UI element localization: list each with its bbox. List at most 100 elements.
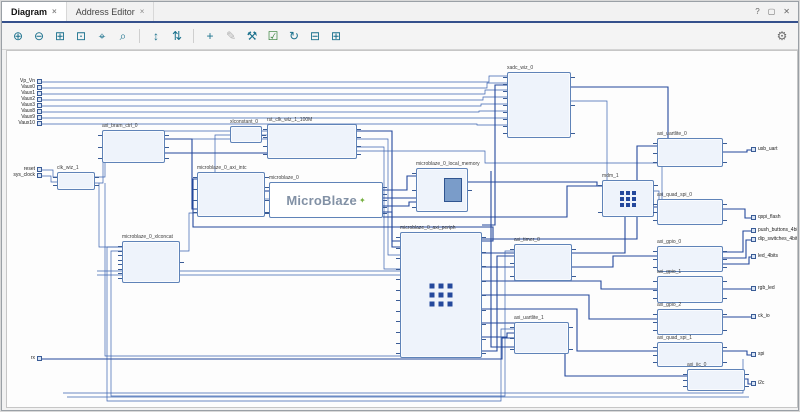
block-body[interactable]: MicroBlaze✦ (269, 182, 383, 218)
block-rst_clk_wiz_1_100M[interactable]: rst_clk_wiz_1_100M (267, 124, 357, 159)
wire[interactable] (468, 182, 602, 186)
wire[interactable] (42, 97, 507, 100)
center-view-icon[interactable]: ⌖ (93, 27, 111, 45)
regenerate-layout-icon[interactable]: ↻ (285, 27, 303, 45)
wire[interactable] (42, 83, 507, 88)
block-axi_bram_ctrl_0[interactable]: axi_bram_ctrl_0 (102, 130, 165, 163)
wire[interactable] (723, 240, 752, 258)
port-ck_io[interactable]: ck_io (751, 313, 770, 319)
close-icon[interactable]: × (52, 8, 57, 16)
port-sys_clock[interactable]: sys_clock (7, 172, 42, 178)
wire[interactable] (571, 87, 668, 138)
block-microblaze_0_local_memory[interactable]: microblaze_0_local_memory (416, 168, 468, 212)
autofit-levels-icon[interactable]: ↕ (147, 27, 165, 45)
validate-design-icon[interactable]: ☑ (264, 27, 282, 45)
settings-icon[interactable]: ⚙ (773, 27, 791, 45)
wire[interactable] (99, 183, 122, 247)
block-body[interactable] (57, 172, 95, 190)
block-body[interactable] (657, 276, 723, 303)
block-body[interactable] (514, 244, 572, 281)
block-body[interactable] (230, 126, 262, 143)
float-window-icon[interactable]: ▢ (768, 7, 776, 16)
block-body[interactable] (602, 180, 654, 217)
close-window-icon[interactable]: ✕ (783, 7, 790, 16)
add-ip-icon[interactable]: + (201, 27, 219, 45)
wire[interactable] (482, 333, 514, 337)
block-microblaze_0_axi_periph[interactable]: microblaze_0_axi_periph (400, 232, 482, 358)
wire[interactable] (42, 104, 507, 106)
port-i2c[interactable]: i2c (751, 380, 764, 386)
wire[interactable] (571, 101, 607, 180)
port-spi[interactable]: spi (751, 351, 764, 357)
expand-collapse-icon[interactable]: ⇅ (168, 27, 186, 45)
block-body[interactable] (657, 309, 723, 335)
block-microblaze_0_axi_intc[interactable]: microblaze_0_axi_intc (197, 172, 265, 217)
expand-interfaces-icon[interactable]: ⊞ (327, 27, 345, 45)
help-icon[interactable]: ? (755, 7, 759, 16)
port-rx[interactable]: rx (7, 355, 42, 361)
wire[interactable] (723, 150, 752, 152)
wire[interactable] (42, 90, 507, 94)
wire[interactable] (482, 85, 507, 225)
microblaze-spark-icon: ✦ (359, 196, 366, 205)
block-mdm_1[interactable]: mdm_1 (602, 180, 654, 217)
block-xlconstant_0[interactable]: xlconstant_0 (230, 126, 262, 143)
block-pin (510, 338, 514, 339)
block-microblaze_0[interactable]: microblaze_0MicroBlaze✦ (269, 182, 383, 218)
wire[interactable] (482, 295, 657, 319)
wire[interactable] (180, 213, 197, 251)
block-body[interactable] (400, 232, 482, 358)
block-axi_gpio_1[interactable]: axi_gpio_1 (657, 276, 723, 303)
port-push_buttons_4bits[interactable]: push_buttons_4bits (751, 227, 798, 233)
customize-block-icon[interactable]: ⚒ (243, 27, 261, 45)
block-microblaze_0_xlconcat[interactable]: microblaze_0_xlconcat (122, 241, 180, 283)
block-body[interactable] (507, 72, 571, 138)
port-pin-icon (37, 115, 42, 120)
block-axi_uartlite_0[interactable]: axi_uartlite_0 (657, 138, 723, 167)
port-qspi_flash[interactable]: qspi_flash (751, 214, 781, 220)
wire[interactable] (165, 139, 197, 209)
wire[interactable] (723, 231, 752, 252)
search-icon[interactable]: ⌕ (114, 27, 132, 45)
wire[interactable] (723, 351, 752, 355)
wire[interactable] (42, 76, 507, 82)
block-pin (654, 185, 658, 186)
port-led_4bits[interactable]: led_4bits (751, 253, 778, 259)
block-axi_iic_0[interactable]: axi_iic_0 (687, 369, 745, 391)
wire[interactable] (482, 309, 657, 351)
port-Vaux10[interactable]: Vaux10 (7, 120, 42, 126)
zoom-in-icon[interactable]: ⊕ (9, 27, 27, 45)
block-body[interactable] (687, 369, 745, 391)
zoom-fit-icon[interactable]: ⊞ (51, 27, 69, 45)
block-pin (653, 259, 657, 260)
wire[interactable] (42, 111, 507, 112)
port-label: Vaux10 (18, 120, 35, 126)
zoom-out-icon[interactable]: ⊖ (30, 27, 48, 45)
block-body[interactable] (122, 241, 180, 283)
wire[interactable] (723, 209, 752, 218)
block-axi_uartlite_1[interactable]: axi_uartlite_1 (514, 322, 569, 354)
block-body[interactable] (514, 322, 569, 354)
block-clk_wiz_1[interactable]: clk_wiz_1 (57, 172, 95, 190)
port-usb_uart[interactable]: usb_uart (751, 146, 777, 152)
block-axi_timer_0[interactable]: axi_timer_0 (514, 244, 572, 281)
diagram-canvas[interactable]: xadc_wiz_0 xlconstant_0 rst_clk_wiz_1_100M… (6, 50, 798, 408)
block-axi_gpio_2[interactable]: axi_gpio_2 (657, 309, 723, 335)
tab-address-editor[interactable]: Address Editor × (67, 2, 155, 21)
block-body[interactable] (416, 168, 468, 212)
wire[interactable] (482, 281, 657, 289)
close-icon[interactable]: × (140, 8, 145, 16)
zoom-to-selection-icon[interactable]: ⊡ (72, 27, 90, 45)
block-body[interactable] (197, 172, 265, 217)
block-body[interactable] (102, 130, 165, 163)
collapse-interfaces-icon[interactable]: ⊟ (306, 27, 324, 45)
block-xadc_wiz_0[interactable]: xadc_wiz_0 (507, 72, 571, 138)
block-axi_quad_spi_0[interactable]: axi_quad_spi_0 (657, 199, 723, 225)
block-body[interactable] (657, 138, 723, 167)
block-body[interactable] (657, 199, 723, 225)
port-dip_switches_4bits[interactable]: dip_switches_4bits (751, 236, 798, 242)
block-body[interactable] (267, 124, 357, 159)
tab-diagram[interactable]: Diagram × (2, 2, 67, 21)
port-rgb_led[interactable]: rgb_led (751, 285, 775, 291)
block-pin (683, 374, 687, 375)
